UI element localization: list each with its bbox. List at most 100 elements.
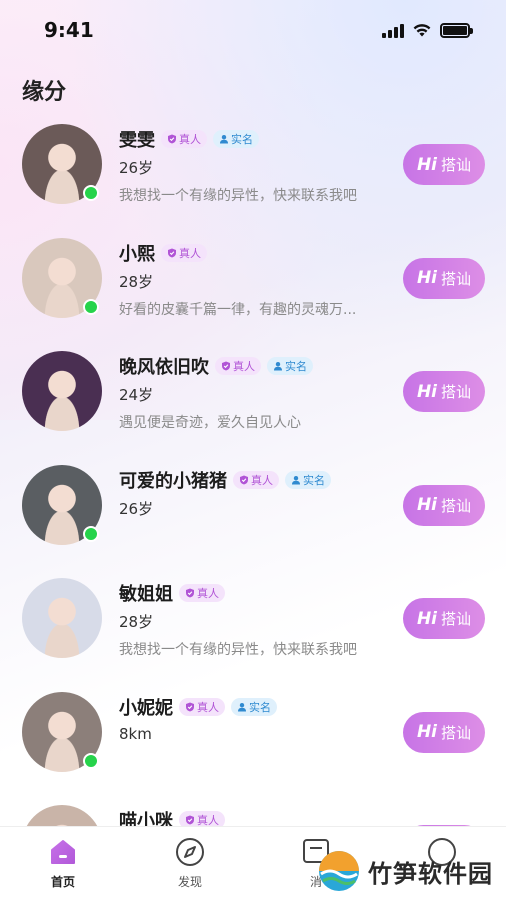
shield-check-icon (168, 134, 176, 144)
page-title: 缘分 (22, 80, 67, 105)
user-row[interactable]: 可爱的小猪猪 真人 实名 26岁 Hi 搭讪 (0, 453, 506, 567)
user-row[interactable]: 雯雯 真人 实名 26岁我想找一个有缘的异性，快来联系我吧 Hi 搭讪 (0, 112, 506, 226)
greet-button[interactable]: Hi搭讪 (403, 711, 485, 753)
verified-label: 实名 (285, 360, 307, 373)
online-status-dot (83, 298, 99, 315)
real-person-label: 真人 (197, 700, 219, 714)
user-bio: 好看的皮囊千篇一律，有趣的灵魂万... (119, 301, 357, 318)
user-name: 可爱的小猪猪 (119, 470, 227, 492)
greet-button-hi: Hi (416, 154, 438, 175)
compass-icon (175, 837, 205, 867)
online-status-dot (83, 525, 99, 542)
avatar[interactable] (22, 124, 102, 204)
greet-button[interactable]: Hi搭讪 (403, 144, 485, 185)
greet-button[interactable]: Hi搭讪 (403, 484, 485, 526)
real-person-badge: 真人 (161, 243, 207, 262)
person-icon (292, 475, 300, 484)
verified-label: 实名 (231, 133, 253, 146)
person-icon (238, 702, 246, 711)
user-name: 晚风依旧吹 (119, 357, 209, 378)
greet-button-hi: Hi (416, 268, 438, 288)
real-person-badge: 真人 (161, 130, 207, 148)
real-person-label: 真人 (233, 360, 255, 373)
user-row[interactable]: 小妮妮 真人 实名 8km Hi 搭讪 (0, 680, 506, 794)
online-status-dot (83, 185, 99, 201)
user-name: 雯雯 (119, 130, 155, 151)
online-status-dot (83, 752, 99, 769)
user-name: 敏姐姐 (119, 584, 173, 605)
name-line: 敏姐姐 真人 (119, 580, 225, 606)
real-person-badge: 真人 (215, 357, 261, 375)
shield-check-icon (168, 248, 176, 257)
status-bar: 9:41 (0, 0, 506, 60)
verified-badge: 实名 (213, 130, 259, 148)
greet-button-label: 搭讪 (441, 156, 472, 174)
shield-check-icon (222, 361, 230, 371)
real-person-label: 真人 (197, 587, 219, 600)
verified-badge: 实名 (231, 697, 277, 716)
shield-check-icon (186, 702, 194, 711)
greet-button[interactable]: Hi搭讪 (403, 371, 485, 412)
user-row[interactable]: 敏姐姐 真人 28岁我想找一个有缘的异性，快来联系我吧 Hi 搭讪 (0, 566, 506, 680)
user-age: 8km (119, 724, 152, 743)
real-person-badge: 真人 (179, 584, 225, 602)
battery-icon (440, 22, 473, 38)
user-list[interactable]: 雯雯 真人 实名 26岁 我想找一个有缘的异性，快来联系我吧 Hi 搭讪 小熙 真人 28岁 好看的… (0, 112, 506, 900)
verified-badge: 实名 (267, 357, 313, 375)
name-line: 雯雯 真人 实名 (119, 126, 259, 152)
real-person-badge: 真人 (179, 697, 225, 716)
watermark-logo-icon (319, 851, 359, 891)
avatar[interactable] (22, 464, 102, 545)
greet-button-hi: Hi (416, 381, 438, 402)
avatar[interactable] (22, 237, 102, 318)
avatar[interactable] (22, 691, 102, 772)
real-person-label: 真人 (179, 246, 201, 260)
greet-button[interactable]: Hi搭讪 (403, 257, 485, 299)
home-icon (48, 837, 78, 867)
name-line: 小熙 真人 (119, 240, 207, 266)
user-age: 26岁 (119, 159, 154, 177)
user-bio: 我想找一个有缘的异性，快来联系我吧 (119, 642, 357, 658)
avatar[interactable] (22, 578, 102, 658)
person-icon (274, 362, 282, 371)
verified-label: 实名 (249, 700, 271, 714)
wifi-icon (413, 24, 431, 37)
greet-button-label: 搭讪 (441, 723, 472, 742)
user-age: 26岁 (119, 499, 154, 518)
avatar-photo (22, 578, 102, 658)
name-line: 小妮妮 真人 实名 (119, 694, 277, 720)
status-icons (382, 22, 473, 38)
user-row[interactable]: 小熙 真人 28岁 好看的皮囊千篇一律，有趣的灵魂万... Hi 搭讪 (0, 226, 506, 340)
name-line: 可爱的小猪猪 真人 实名 (119, 467, 331, 493)
real-person-badge: 真人 (233, 470, 279, 489)
greet-button-hi: Hi (416, 722, 438, 742)
person-icon (220, 135, 228, 144)
shield-check-icon (240, 475, 248, 484)
greet-button-label: 搭讪 (441, 496, 472, 515)
avatar-photo (22, 351, 102, 431)
user-age: 24岁 (119, 386, 154, 404)
greet-button[interactable]: Hi搭讪 (403, 598, 485, 639)
signal-icon (382, 22, 404, 38)
shield-check-icon (186, 815, 194, 825)
real-person-label: 真人 (251, 473, 273, 487)
greet-button-label: 搭讪 (441, 269, 472, 288)
user-bio: 遇见便是奇迹，爱久自见人心 (119, 415, 301, 431)
name-line: 晚风依旧吹 真人 实名 (119, 353, 313, 379)
watermark-text: 竹笋软件园 (368, 859, 493, 888)
tab-home[interactable]: 首页 (33, 837, 93, 890)
user-row[interactable]: 晚风依旧吹 真人 实名 24岁遇见便是奇迹，爱久自见人心 Hi 搭讪 (0, 339, 506, 453)
shield-check-icon (186, 588, 194, 598)
tab-discover-label: 发现 (177, 875, 202, 889)
greet-button-label: 搭讪 (441, 383, 472, 401)
verified-label: 实名 (303, 473, 325, 487)
real-person-label: 真人 (179, 133, 201, 146)
greet-button-hi: Hi (416, 608, 438, 629)
status-time: 9:41 (44, 18, 94, 42)
greet-button-hi: Hi (416, 495, 438, 515)
user-age: 28岁 (119, 613, 154, 631)
avatar[interactable] (22, 351, 102, 431)
user-bio: 我想找一个有缘的异性，快来联系我吧 (119, 188, 357, 204)
verified-badge: 实名 (285, 470, 331, 489)
tab-discover[interactable]: 发现 (160, 837, 220, 890)
